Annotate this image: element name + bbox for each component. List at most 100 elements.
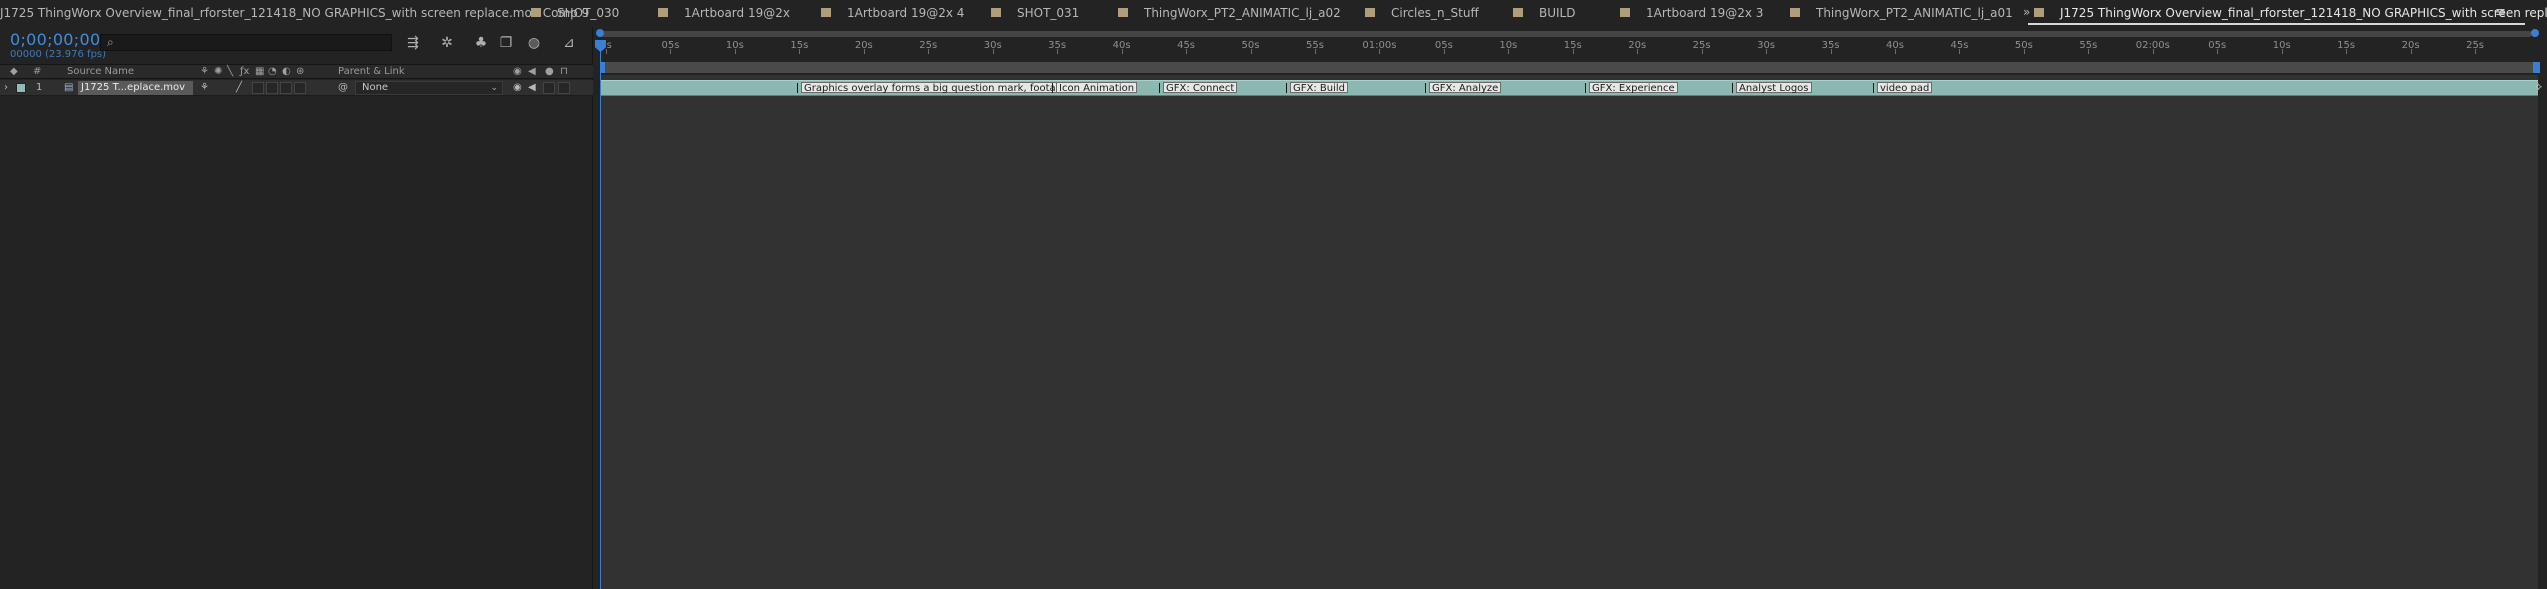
tab-label: 1Artboard 19@2x bbox=[684, 6, 790, 20]
marker-label: GFX: Build bbox=[1290, 82, 1349, 94]
navigator-end-handle[interactable] bbox=[2531, 29, 2539, 37]
parent-value: None bbox=[362, 82, 389, 93]
video-visibility-icon[interactable]: ◉ bbox=[513, 66, 522, 77]
tab-label: J1725 ThingWorx Overview_final_rforster_… bbox=[0, 6, 590, 20]
ruler-tick-label: 30s bbox=[1757, 40, 1776, 51]
quality-switch-icon[interactable]: ╲ bbox=[227, 66, 233, 77]
marker-icon bbox=[1286, 83, 1289, 93]
tab-overflow-icon[interactable]: » bbox=[2023, 5, 2030, 19]
timeline-panel: 0s 05s 10s 15s 20s 25s 30s 35s 40s 45s 50s 55s 01:00… bbox=[594, 27, 2547, 589]
column-index[interactable]: # bbox=[33, 66, 41, 77]
ruler-tick-label: 05s bbox=[661, 40, 680, 51]
ruler-tick-label: 50s bbox=[1241, 40, 1260, 51]
marker-icon bbox=[1585, 83, 1588, 93]
ruler-tick-label: 10s bbox=[725, 40, 744, 51]
layer-name[interactable]: J1725 T...eplace.mov bbox=[78, 81, 193, 95]
column-parent-link[interactable]: Parent & Link bbox=[338, 66, 405, 77]
switch-box[interactable] bbox=[252, 82, 264, 94]
footage-swatch-icon bbox=[1620, 8, 1630, 17]
solo-box[interactable] bbox=[543, 82, 555, 94]
chevron-down-icon: ⌄ bbox=[490, 83, 498, 93]
layer-column-header: ◆ # Source Name ⚘ ✺ ╲ ƒx ▦ ◔ ◐ ⊛ Parent … bbox=[0, 64, 593, 79]
frame-rate-display: 00000 (23.976 fps) bbox=[10, 49, 107, 60]
marker-label: Analyst Logos bbox=[1736, 82, 1812, 94]
ruler-tick-label: 40s bbox=[1886, 40, 1904, 51]
layer-search-field[interactable]: ⌕ bbox=[100, 34, 392, 51]
video-toggle-icon[interactable]: ◉ bbox=[513, 82, 522, 93]
expand-chevron-icon[interactable]: › bbox=[4, 82, 8, 93]
column-source-name[interactable]: Source Name bbox=[67, 66, 134, 77]
layer-panel: 0;00;00;00 00000 (23.976 fps) ⌕ ⇶ ✲ ♣ ❐ … bbox=[0, 27, 593, 589]
ruler-tick-label: 40s bbox=[1112, 40, 1131, 51]
switch-box[interactable] bbox=[280, 82, 292, 94]
ruler-tick-label: 25s bbox=[1692, 40, 1711, 51]
tab-label: ThingWorx_PT2_ANIMATIC_lj_a02 bbox=[1144, 6, 1341, 20]
marker-icon bbox=[1425, 83, 1428, 93]
shy-switch-icon[interactable]: ⚘ bbox=[200, 66, 209, 77]
shy-toggle-icon[interactable]: ⚘ bbox=[200, 82, 209, 93]
footage-file-icon: ▤ bbox=[64, 82, 74, 93]
label-icon[interactable]: ◆ bbox=[10, 66, 18, 77]
3d-layer-switch-icon[interactable]: ⊛ bbox=[296, 66, 304, 77]
solo-icon[interactable]: ● bbox=[545, 66, 554, 77]
ruler-tick-label: 05s bbox=[1434, 40, 1453, 51]
layer-label-color[interactable] bbox=[16, 83, 26, 93]
composition-flowchart-icon[interactable]: ⇶ bbox=[404, 35, 422, 51]
time-navigator[interactable] bbox=[600, 31, 2532, 37]
comp-end-marker bbox=[2536, 62, 2540, 73]
ruler-tick-label: 30s bbox=[983, 40, 1002, 51]
ruler-tick-label: 50s bbox=[2014, 40, 2033, 51]
navigator-start-handle[interactable] bbox=[596, 29, 604, 37]
motion-blur-switch-icon[interactable]: ◔ bbox=[268, 66, 277, 77]
switch-box[interactable] bbox=[294, 82, 306, 94]
current-time-display[interactable]: 0;00;00;00 bbox=[10, 30, 100, 49]
marker-icon bbox=[1052, 83, 1055, 93]
footage-swatch-icon bbox=[531, 8, 541, 17]
layer-duration-bar[interactable]: Graphics overlay forms a big question ma… bbox=[600, 80, 2538, 96]
motion-blur-icon[interactable]: ◍ bbox=[525, 35, 543, 51]
tab-label: BUILD bbox=[1539, 6, 1576, 20]
marker-icon bbox=[1159, 83, 1162, 93]
lock-icon[interactable]: ⊓ bbox=[560, 66, 568, 77]
ruler-tick-label: 10s bbox=[1499, 40, 1518, 51]
ruler-tick-label: 55s bbox=[1305, 40, 1324, 51]
audio-toggle-icon[interactable]: ◀ bbox=[528, 82, 536, 93]
frame-blending-icon[interactable]: ❐ bbox=[497, 35, 515, 51]
time-ruler[interactable]: 0s 05s 10s 15s 20s 25s 30s 35s 40s 45s 50s 55s 01:00… bbox=[600, 40, 2540, 62]
tab-label: SHOT_030 bbox=[557, 6, 620, 20]
marker-label: GFX: Analyze bbox=[1429, 82, 1502, 94]
panel-menu-icon[interactable]: ≡ bbox=[2495, 5, 2506, 20]
parent-dropdown[interactable]: None ⌄ bbox=[355, 81, 503, 95]
ruler-tick-label: 01:00s bbox=[1362, 40, 1397, 51]
draft-3d-icon[interactable]: ✲ bbox=[438, 35, 456, 51]
shy-layers-icon[interactable]: ♣ bbox=[472, 35, 490, 51]
tab-label: 1Artboard 19@2x 3 bbox=[1646, 6, 1764, 20]
quality-toggle-icon[interactable]: ╱ bbox=[236, 82, 242, 93]
tab-label: SHOT_031 bbox=[1017, 6, 1080, 20]
work-area-bar[interactable] bbox=[600, 62, 2538, 73]
marker-icon bbox=[1873, 83, 1876, 93]
timeline-end-icon[interactable]: ⟡ bbox=[2535, 80, 2547, 96]
ruler-tick-label: 45s bbox=[1950, 40, 1969, 51]
footage-swatch-icon bbox=[1513, 8, 1523, 17]
effect-switch-icon[interactable]: ƒx bbox=[240, 66, 249, 77]
ruler-tick-label: 20s bbox=[854, 40, 873, 51]
parent-pickwhip-icon[interactable]: @ bbox=[338, 82, 348, 93]
ruler-tick-label: 15s bbox=[790, 40, 809, 51]
frame-blend-switch-icon[interactable]: ▦ bbox=[255, 66, 264, 77]
tab-label: ThingWorx_PT2_ANIMATIC_lj_a01 bbox=[1816, 6, 2013, 20]
audio-icon[interactable]: ◀ bbox=[528, 66, 536, 77]
layer-index: 1 bbox=[36, 82, 43, 93]
collapse-switch-icon[interactable]: ✺ bbox=[214, 66, 222, 77]
footage-swatch-icon bbox=[2034, 8, 2044, 17]
footage-swatch-icon bbox=[1365, 8, 1375, 17]
lock-box[interactable] bbox=[558, 82, 570, 94]
adjustment-switch-icon[interactable]: ◐ bbox=[282, 66, 291, 77]
layer-row[interactable]: › 1 ▤ J1725 T...eplace.mov ⚘ ╱ @ None ⌄ … bbox=[0, 80, 593, 96]
tab-label: J1725 ThingWorx Overview_final_rforster_… bbox=[2060, 6, 2547, 20]
graph-editor-icon[interactable]: ⊿ bbox=[560, 35, 578, 51]
marker-icon bbox=[797, 83, 800, 93]
playhead-line[interactable] bbox=[600, 40, 601, 589]
switch-box[interactable] bbox=[266, 82, 278, 94]
track-area[interactable] bbox=[600, 75, 2538, 589]
